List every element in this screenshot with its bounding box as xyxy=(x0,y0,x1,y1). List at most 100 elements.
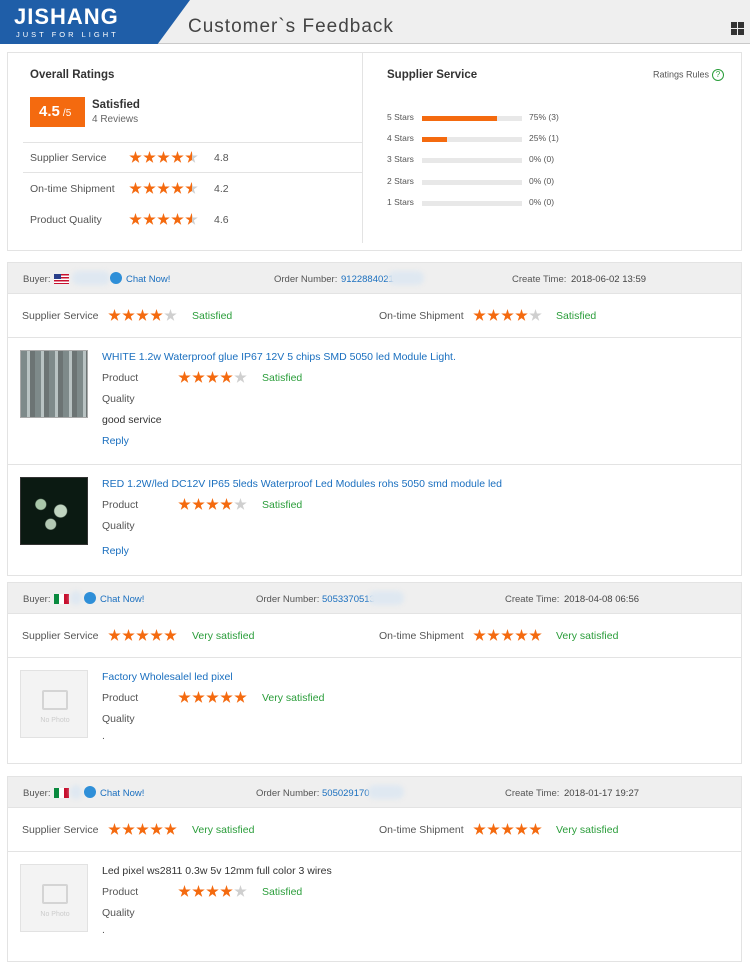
order-number-label: Order Number: xyxy=(256,788,320,799)
chat-icon[interactable] xyxy=(110,272,122,284)
shipment-label: On-time Shipment xyxy=(379,824,464,836)
product-name-link[interactable]: RED 1.2W/led DC12V IP65 5leds Waterproof… xyxy=(102,478,502,490)
star-bar-label: 5 Stars xyxy=(387,112,414,122)
star-icon xyxy=(234,691,247,703)
product-thumbnail[interactable] xyxy=(20,477,88,545)
product-name-link[interactable]: Factory Wholesalel led pixel xyxy=(102,671,233,683)
star-icon xyxy=(529,629,542,641)
star-icon xyxy=(234,885,247,897)
star-icon xyxy=(192,371,205,383)
star-icon xyxy=(185,182,198,194)
star-icon xyxy=(143,182,156,194)
order-number-link[interactable]: 9122884021 xyxy=(341,274,394,285)
star-icon xyxy=(129,182,142,194)
supplier-service-label: Supplier Service xyxy=(22,630,99,642)
quality-label: Quality xyxy=(102,907,135,919)
star-icon xyxy=(150,309,163,321)
star-bar-track xyxy=(422,116,522,121)
order-number-label: Order Number: xyxy=(256,594,320,605)
star-rating xyxy=(473,823,542,836)
buyer-label: Buyer: xyxy=(23,274,51,285)
supplier-service-panel: Supplier Service Ratings Rules? 5 Stars … xyxy=(386,53,736,243)
star-icon xyxy=(234,498,247,510)
logo-tagline: JUST FOR LIGHT xyxy=(16,30,119,39)
product-name-link[interactable]: Led pixel ws2811 0.3w 5v 12mm full color… xyxy=(102,865,332,877)
star-icon xyxy=(185,213,198,225)
star-icon xyxy=(473,629,486,641)
summary-row-product-quality: Product Quality 4.6 xyxy=(23,205,363,236)
star-bar-row: 3 Stars 0% (0) xyxy=(387,154,717,166)
product-item: No Photo Led pixel ws2811 0.3w 5v 12mm f… xyxy=(8,852,741,960)
no-photo-placeholder: No Photo xyxy=(20,670,88,738)
feedback-header: Buyer: Chat Now! Order Number: 505337051… xyxy=(8,583,741,614)
summary-row-value: 4.6 xyxy=(214,214,229,226)
feedback-ratings: Supplier Service Very satisfied On-time … xyxy=(8,614,741,658)
chat-now-link[interactable]: Chat Now! xyxy=(100,788,144,799)
star-icon xyxy=(473,823,486,835)
star-icon xyxy=(136,309,149,321)
order-number-link[interactable]: 505029170 xyxy=(322,788,370,799)
product-thumbnail[interactable] xyxy=(20,350,88,418)
mx-flag-icon xyxy=(54,788,69,798)
feedback-card: Buyer: Chat Now! Order Number: 505029170… xyxy=(7,776,742,962)
review-comment: good service xyxy=(102,414,162,426)
supplier-service-title: Supplier Service xyxy=(387,69,478,81)
star-icon xyxy=(501,309,514,321)
shipment-label: On-time Shipment xyxy=(379,310,464,322)
star-icon xyxy=(515,309,528,321)
product-label: Product xyxy=(102,692,139,704)
star-icon xyxy=(220,498,233,510)
overall-ratings-title: Overall Ratings xyxy=(30,69,115,81)
star-icon xyxy=(529,309,542,321)
star-icon xyxy=(143,151,156,163)
shipment-label: On-time Shipment xyxy=(379,630,464,642)
star-bar-label: 3 Stars xyxy=(387,154,414,164)
star-icon xyxy=(129,213,142,225)
chat-icon[interactable] xyxy=(84,592,96,604)
reply-link[interactable]: Reply xyxy=(102,435,129,447)
star-icon xyxy=(122,823,135,835)
star-rating xyxy=(108,309,177,322)
summary-row-value: 4.8 xyxy=(214,152,229,164)
logo-text: JISHANG xyxy=(14,4,119,29)
page-title: Customer`s Feedback xyxy=(188,16,394,37)
create-time-value: 2018-01-17 19:27 xyxy=(564,788,640,799)
feedback-card: Buyer: Chat Now! Order Number: 912288402… xyxy=(7,262,742,576)
order-number-label: Order Number: xyxy=(274,274,338,285)
order-number-link[interactable]: 5053370513 xyxy=(322,594,375,605)
feedback-ratings: Supplier Service Very satisfied On-time … xyxy=(8,808,741,852)
star-icon xyxy=(157,151,170,163)
star-rating xyxy=(178,371,247,384)
chat-now-link[interactable]: Chat Now! xyxy=(100,594,144,605)
reply-link[interactable]: Reply xyxy=(102,545,129,557)
star-icon xyxy=(164,629,177,641)
star-icon xyxy=(164,823,177,835)
product-name-link[interactable]: WHITE 1.2w Waterproof glue IP67 12V 5 ch… xyxy=(102,351,456,363)
review-comment: . xyxy=(102,730,105,742)
star-bar-label: 2 Stars xyxy=(387,176,414,186)
star-bar-fill xyxy=(422,116,497,121)
star-icon xyxy=(108,629,121,641)
chat-now-link[interactable]: Chat Now! xyxy=(126,274,170,285)
create-time-label: Create Time: xyxy=(505,788,560,799)
chat-icon[interactable] xyxy=(84,786,96,798)
product-item: No Photo Factory Wholesalel led pixel Pr… xyxy=(8,658,741,763)
product-label: Product xyxy=(102,372,139,384)
create-time-value: 2018-04-08 06:56 xyxy=(564,594,640,605)
star-rating xyxy=(178,691,247,704)
star-bar-row: 2 Stars 0% (0) xyxy=(387,176,717,188)
star-icon xyxy=(178,691,191,703)
star-icon xyxy=(157,182,170,194)
product-label: Product xyxy=(102,499,139,511)
summary-row-label: Supplier Service xyxy=(30,152,107,164)
product-item: WHITE 1.2w Waterproof glue IP67 12V 5 ch… xyxy=(8,338,741,465)
review-count: 4 Reviews xyxy=(92,114,139,125)
star-bar-percent: 0% (0) xyxy=(529,154,555,164)
star-bar-fill xyxy=(422,137,447,142)
star-rating xyxy=(108,629,177,642)
help-icon[interactable]: ? xyxy=(712,69,724,81)
ratings-rules-link[interactable]: Ratings Rules? xyxy=(653,69,724,81)
star-icon xyxy=(178,885,191,897)
grid-icon[interactable] xyxy=(731,22,744,35)
ratings-rules-label[interactable]: Ratings Rules xyxy=(653,69,709,79)
